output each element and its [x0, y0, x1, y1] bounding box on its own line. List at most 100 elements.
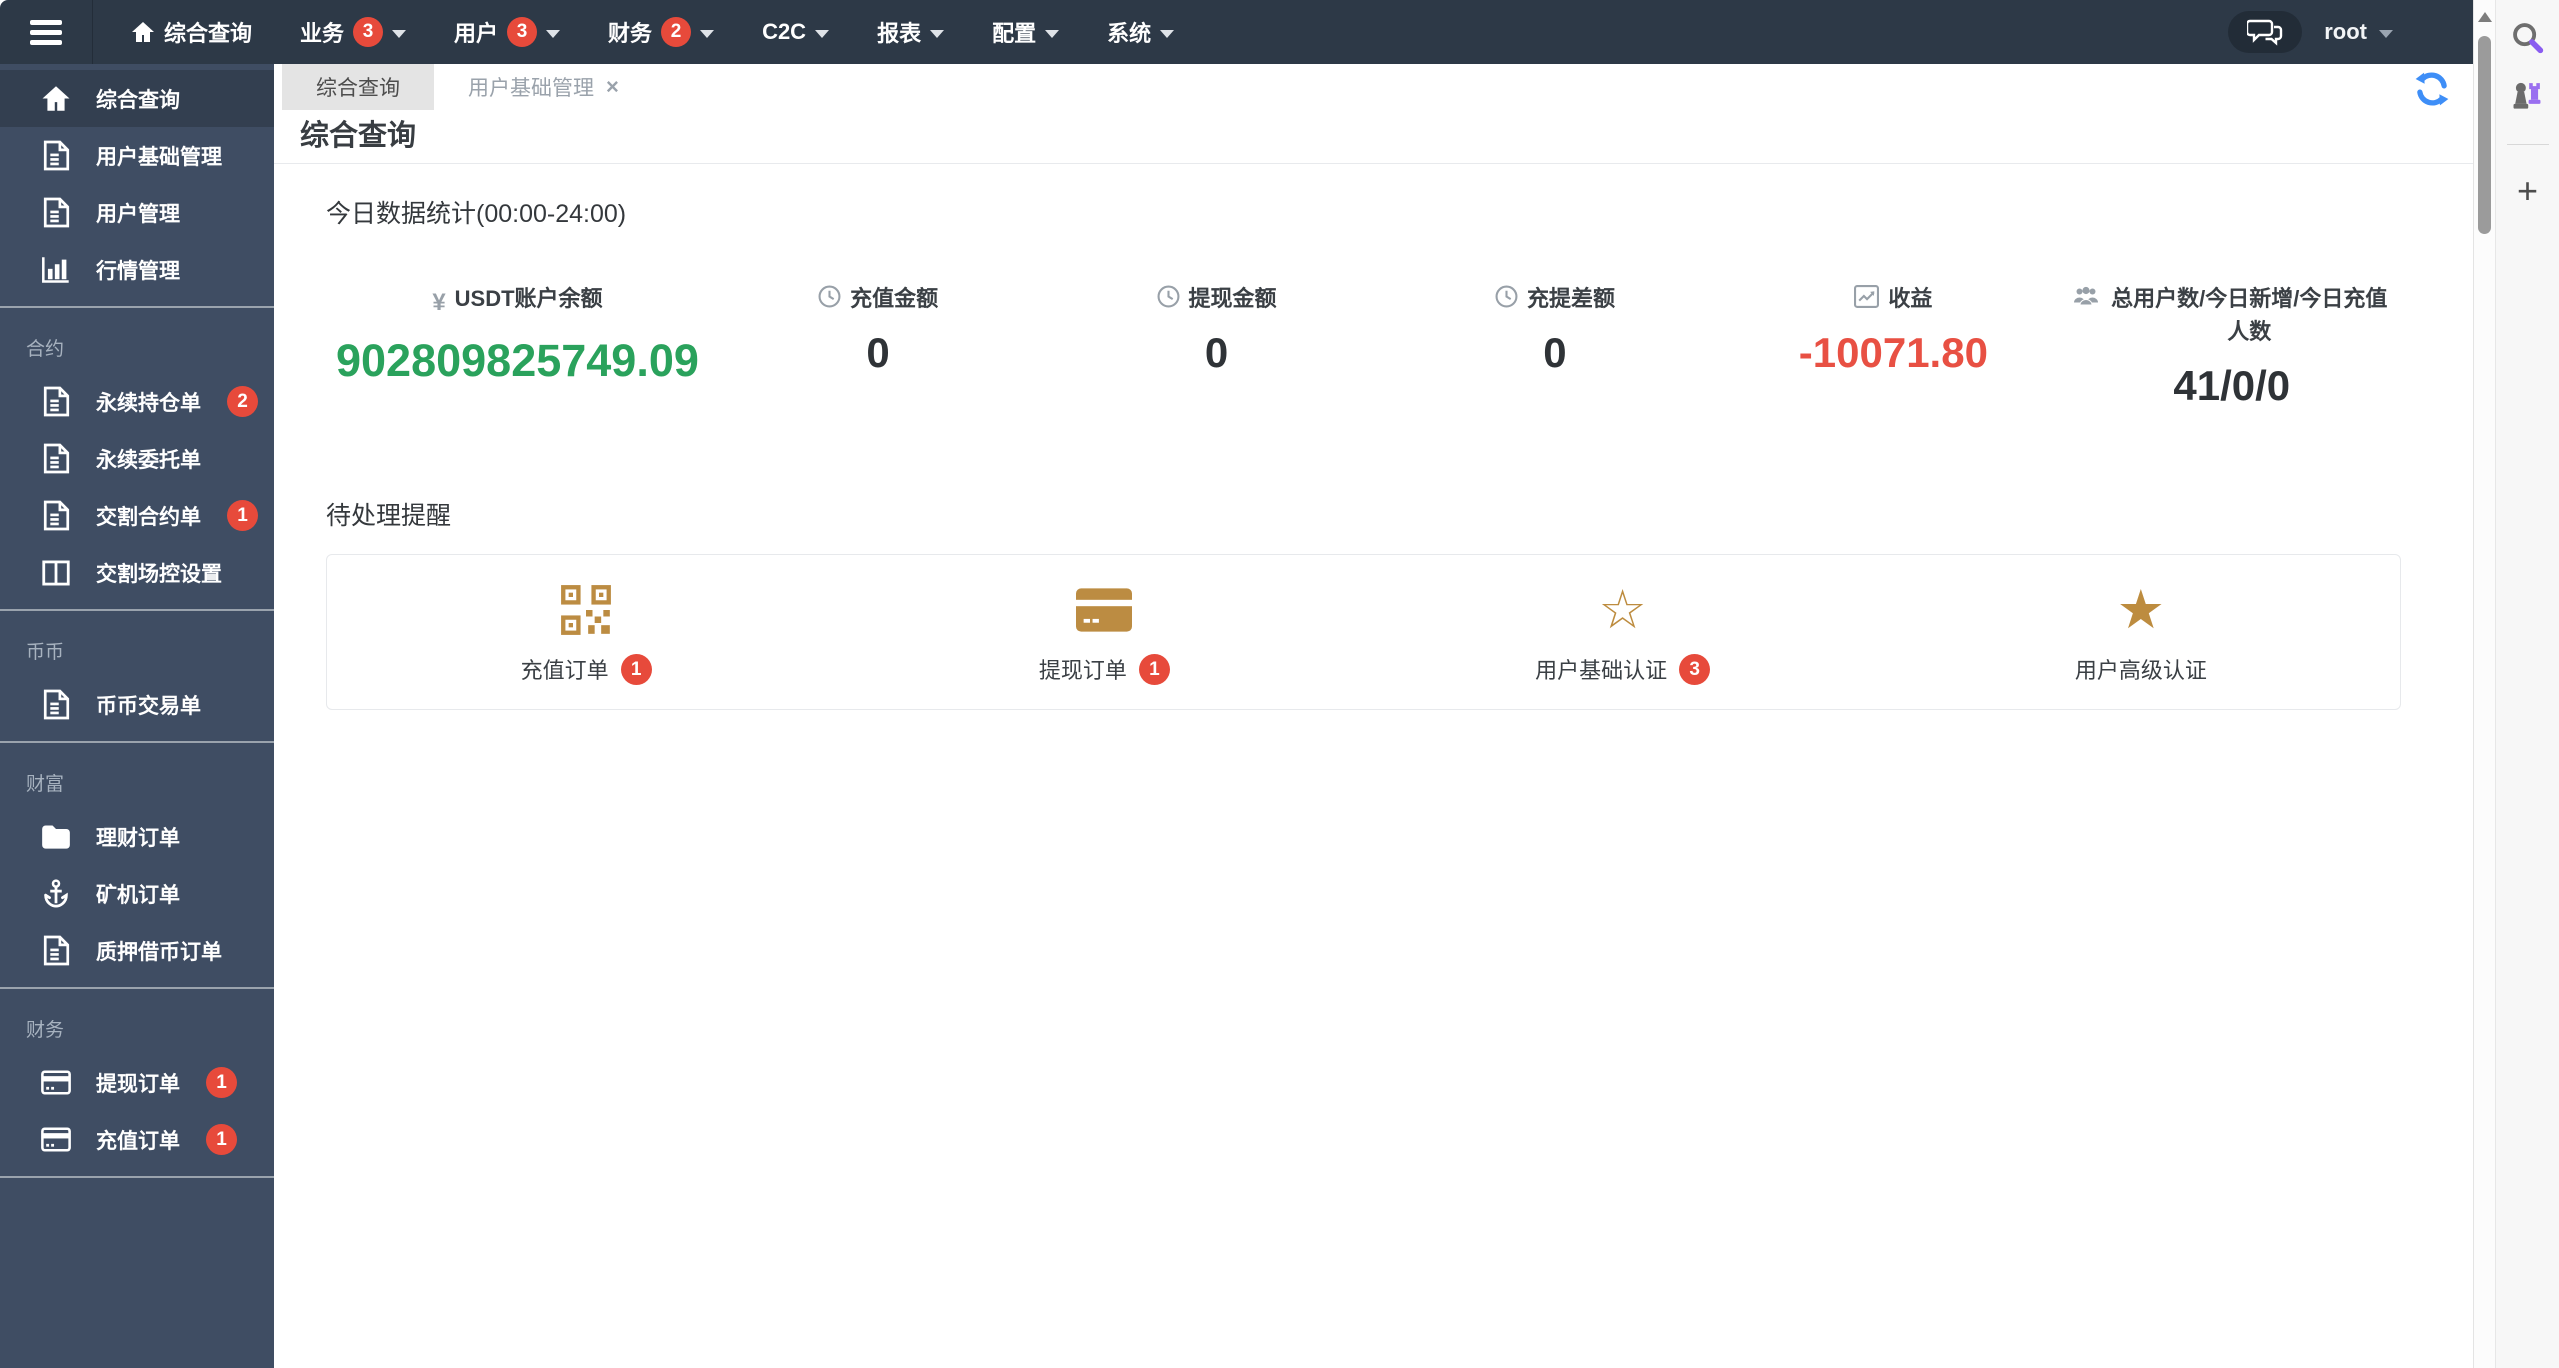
- user-menu[interactable]: root: [2324, 19, 2393, 45]
- sidebar-item-delivery-control[interactable]: 交割场控设置: [0, 544, 274, 601]
- sidebar-section-contracts: 合约 永续持仓单 2 永续委托单 交割合约单 1 交割场控设置: [0, 306, 274, 609]
- stat-deposit-amount: 充值金额 0: [709, 282, 1047, 410]
- chat-bubbles-icon: [2247, 19, 2283, 46]
- sidebar-section-header: 币币: [26, 642, 65, 663]
- sidebar-item-deposit-orders[interactable]: 充值订单 1: [0, 1111, 274, 1168]
- page-scrollbar: [2473, 0, 2495, 1368]
- nav-badge: 2: [661, 17, 692, 47]
- reminder-withdraw-orders[interactable]: 提现订单 1: [845, 581, 1363, 685]
- stat-label: 充值金额: [818, 282, 938, 315]
- sidebar-item-delivery-contracts[interactable]: 交割合约单 1: [0, 487, 274, 544]
- scrollbar-thumb[interactable]: [2478, 36, 2491, 234]
- reminder-user-advanced-kyc[interactable]: ★ 用户高级认证: [1882, 581, 2400, 685]
- sidebar-item-perpetual-orders[interactable]: 永续委托单: [0, 430, 274, 487]
- sidebar-section-wealth: 财富 理财订单 矿机订单 质押借币订单: [0, 741, 274, 987]
- credit-card-icon: [1076, 581, 1133, 639]
- nav-item-finance[interactable]: 财务 2: [584, 0, 738, 64]
- sidebar-item-spot-trades[interactable]: 币币交易单: [0, 676, 274, 733]
- sidebar-item-miner-orders[interactable]: 矿机订单: [0, 865, 274, 922]
- reminder-badge: 1: [1138, 653, 1170, 685]
- sidebar-item-perpetual-positions[interactable]: 永续持仓单 2: [0, 373, 274, 430]
- sidebar-item-label: 综合查询: [96, 88, 180, 112]
- browser-side-strip: +: [2495, 0, 2559, 1368]
- hamburger-icon: [30, 15, 62, 50]
- sidebar-badge: 1: [227, 500, 258, 531]
- stat-profit: 收益 -10071.80: [1724, 282, 2062, 410]
- sidebar-item-label: 币币交易单: [96, 694, 201, 718]
- sidebar-item-market-mgmt[interactable]: 行情管理: [0, 241, 274, 298]
- sidebar-item-withdraw-orders[interactable]: 提现订单 1: [0, 1054, 274, 1111]
- sidebar-item-label: 用户基础管理: [96, 145, 222, 169]
- nav-item-users[interactable]: 用户 3: [430, 0, 584, 64]
- tab-user-base-mgmt[interactable]: 用户基础管理 ×: [434, 64, 653, 110]
- refresh-icon: [2415, 72, 2449, 106]
- tab-bar: 综合查询 用户基础管理 ×: [274, 64, 2473, 110]
- stat-label: 提现金额: [1157, 282, 1277, 315]
- main-content: 综合查询 用户基础管理 × 综合查询 今日数据统计(00:00-24:00) ¥…: [274, 64, 2473, 1368]
- anchor-icon: [40, 878, 72, 909]
- page-title: 综合查询: [300, 120, 417, 152]
- sidebar-section-spot: 币币 币币交易单: [0, 609, 274, 741]
- nav-item-dashboard[interactable]: 综合查询: [107, 0, 276, 64]
- reminder-deposit-orders[interactable]: 充值订单 1: [327, 581, 845, 685]
- stat-label: 总用户数/今日新增/今日充值人数: [2073, 282, 2391, 348]
- file-icon: [40, 140, 72, 171]
- tab-dashboard[interactable]: 综合查询: [282, 64, 434, 110]
- sidebar-toggle-button[interactable]: [0, 0, 93, 64]
- file-icon: [40, 689, 72, 720]
- messages-button[interactable]: [2228, 11, 2303, 53]
- sidebar-item-label: 永续委托单: [96, 448, 201, 472]
- reminders-heading: 待处理提醒: [326, 502, 452, 530]
- columns-icon: [40, 560, 72, 586]
- stat-deposit-withdraw-diff: 充提差额 0: [1386, 282, 1724, 410]
- nav-item-c2c[interactable]: C2C: [738, 0, 853, 64]
- sidebar-item-user-mgmt[interactable]: 用户管理: [0, 184, 274, 241]
- reminder-badge: 3: [1679, 653, 1711, 685]
- qr-code-icon: [560, 581, 612, 639]
- sidebar-item-pledge-loan-orders[interactable]: 质押借币订单: [0, 922, 274, 979]
- nav-item-system[interactable]: 系统: [1083, 0, 1198, 64]
- reminder-user-basic-kyc[interactable]: ☆ 用户基础认证 3: [1364, 581, 1882, 685]
- dashboard-body: 今日数据统计(00:00-24:00) ¥ USDT账户余额 902809825…: [274, 164, 2473, 710]
- caret-down-icon: [2379, 29, 2393, 38]
- sidebar-item-wealth-orders[interactable]: 理财订单: [0, 808, 274, 865]
- nav-badge: 3: [353, 17, 384, 47]
- clock-icon: [1157, 285, 1180, 308]
- sidebar-item-user-base-mgmt[interactable]: 用户基础管理: [0, 127, 274, 184]
- nav-item-label: 配置: [992, 21, 1037, 46]
- reminder-label-row: 用户高级认证: [2074, 658, 2207, 683]
- sidebar-item-label: 充值订单: [96, 1129, 180, 1153]
- sidebar-item-label: 行情管理: [96, 259, 180, 283]
- chess-pieces-icon[interactable]: [2509, 76, 2547, 114]
- admin-app: 综合查询 业务 3 用户 3 财务 2 C2C 报表 配置 系统 root 综合…: [0, 0, 2559, 1368]
- caret-down-icon: [1160, 29, 1175, 38]
- sidebar-item-label: 质押借币订单: [96, 940, 222, 964]
- nav-item-config[interactable]: 配置: [968, 0, 1083, 64]
- tab-label: 综合查询: [316, 77, 400, 100]
- star-filled-icon: ★: [2116, 578, 2166, 641]
- line-chart-icon: [1854, 285, 1880, 308]
- sidebar-section-header: 合约: [26, 339, 65, 360]
- navbar-right: root: [2228, 0, 2473, 64]
- search-icon[interactable]: [2510, 20, 2546, 56]
- sidebar: 综合查询 用户基础管理 用户管理 行情管理 合约 永续持仓单 2 永续委托单 交…: [0, 64, 274, 1368]
- sidebar-badge: 1: [206, 1067, 237, 1098]
- close-icon[interactable]: ×: [606, 76, 619, 98]
- credit-card-icon: [40, 1127, 72, 1152]
- sidebar-item-label: 提现订单: [96, 1072, 180, 1096]
- nav-item-business[interactable]: 业务 3: [276, 0, 430, 64]
- sidebar-item-dashboard[interactable]: 综合查询: [0, 70, 274, 127]
- stat-label: 充提差额: [1495, 282, 1615, 315]
- home-icon: [131, 21, 155, 43]
- stat-value: 0: [1204, 329, 1229, 376]
- refresh-button[interactable]: [2413, 70, 2451, 108]
- sidebar-item-label: 永续持仓单: [96, 391, 201, 415]
- file-icon: [40, 443, 72, 474]
- caret-down-icon: [392, 29, 407, 38]
- add-button[interactable]: +: [2517, 173, 2538, 209]
- scroll-up-arrow[interactable]: [2478, 12, 2492, 22]
- star-outline-icon: ☆: [1598, 578, 1647, 641]
- stat-withdraw-amount: 提现金额 0: [1047, 282, 1385, 410]
- sidebar-section-finance: 财务 提现订单 1 充值订单 1: [0, 987, 274, 1178]
- nav-item-reports[interactable]: 报表: [853, 0, 968, 64]
